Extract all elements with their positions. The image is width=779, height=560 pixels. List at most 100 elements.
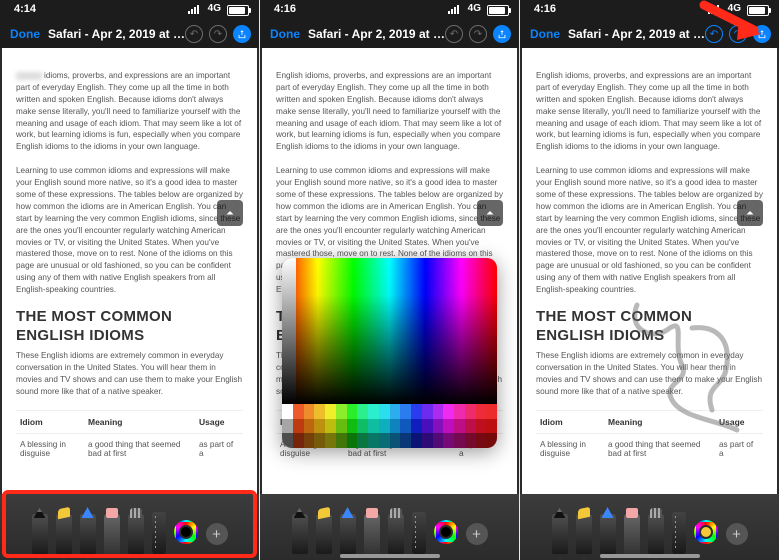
color-swatch[interactable]	[368, 433, 379, 448]
eraser-tool[interactable]	[104, 514, 120, 554]
color-swatch[interactable]	[476, 433, 487, 448]
color-swatch[interactable]	[368, 404, 379, 419]
color-picker-button[interactable]	[174, 520, 198, 544]
share-button[interactable]	[233, 25, 251, 43]
marker-tool[interactable]	[56, 514, 72, 554]
color-swatch[interactable]	[347, 419, 358, 434]
color-swatch[interactable]	[422, 404, 433, 419]
color-swatch[interactable]	[379, 419, 390, 434]
color-swatch[interactable]	[379, 433, 390, 448]
pen-tool[interactable]	[32, 514, 48, 554]
pencil-tool[interactable]	[600, 514, 616, 554]
color-swatch-grid[interactable]	[282, 404, 497, 448]
scroll-top-button[interactable]	[477, 200, 503, 226]
color-picker-popup[interactable]	[282, 258, 497, 448]
share-button[interactable]	[493, 25, 511, 43]
color-swatch[interactable]	[282, 419, 293, 434]
color-swatch[interactable]	[454, 433, 465, 448]
color-swatch[interactable]	[443, 419, 454, 434]
color-swatch[interactable]	[336, 433, 347, 448]
color-swatch[interactable]	[325, 404, 336, 419]
color-swatch[interactable]	[368, 419, 379, 434]
done-button[interactable]: Done	[530, 27, 560, 41]
redo-button[interactable]: ↷	[469, 25, 487, 43]
lasso-tool[interactable]	[648, 514, 664, 554]
color-swatch[interactable]	[390, 419, 401, 434]
color-swatch[interactable]	[465, 433, 476, 448]
marker-tool[interactable]	[316, 514, 332, 554]
undo-button[interactable]: ↶	[445, 25, 463, 43]
home-indicator[interactable]	[600, 554, 700, 558]
color-swatch[interactable]	[293, 433, 304, 448]
color-swatch[interactable]	[304, 433, 315, 448]
color-swatch[interactable]	[293, 404, 304, 419]
add-button[interactable]: +	[206, 523, 228, 545]
color-swatch[interactable]	[454, 404, 465, 419]
ruler-tool[interactable]	[672, 512, 686, 554]
color-swatch[interactable]	[325, 433, 336, 448]
document-page[interactable]: English idioms, proverbs, and expression…	[522, 48, 777, 500]
lasso-tool[interactable]	[128, 514, 144, 554]
marker-tool[interactable]	[576, 514, 592, 554]
color-swatch[interactable]	[443, 404, 454, 419]
share-button[interactable]	[753, 25, 771, 43]
lasso-tool[interactable]	[388, 514, 404, 554]
add-button[interactable]: +	[466, 523, 488, 545]
color-picker-button[interactable]	[694, 520, 718, 544]
color-swatch[interactable]	[400, 433, 411, 448]
ruler-tool[interactable]	[412, 512, 426, 554]
color-swatch[interactable]	[411, 404, 422, 419]
redo-button[interactable]: ↷	[729, 25, 747, 43]
done-button[interactable]: Done	[10, 27, 40, 41]
color-swatch[interactable]	[433, 419, 444, 434]
color-swatch[interactable]	[314, 404, 325, 419]
pen-tool[interactable]	[552, 514, 568, 554]
color-swatch[interactable]	[411, 419, 422, 434]
redo-button[interactable]: ↷	[209, 25, 227, 43]
color-swatch[interactable]	[476, 404, 487, 419]
color-swatch[interactable]	[465, 404, 476, 419]
color-swatch[interactable]	[357, 419, 368, 434]
color-swatch[interactable]	[465, 419, 476, 434]
scroll-top-button[interactable]	[737, 200, 763, 226]
color-swatch[interactable]	[336, 404, 347, 419]
add-button[interactable]: +	[726, 523, 748, 545]
color-swatch[interactable]	[347, 433, 358, 448]
color-swatch[interactable]	[379, 404, 390, 419]
color-swatch[interactable]	[486, 404, 497, 419]
undo-button[interactable]: ↶	[705, 25, 723, 43]
color-swatch[interactable]	[433, 433, 444, 448]
color-swatch[interactable]	[347, 404, 358, 419]
color-swatch[interactable]	[304, 419, 315, 434]
home-indicator[interactable]	[340, 554, 440, 558]
color-swatch[interactable]	[433, 404, 444, 419]
color-picker-button[interactable]	[434, 520, 458, 544]
color-swatch[interactable]	[314, 419, 325, 434]
color-swatch[interactable]	[411, 433, 422, 448]
color-swatch[interactable]	[336, 419, 347, 434]
done-button[interactable]: Done	[270, 27, 300, 41]
color-swatch[interactable]	[357, 404, 368, 419]
pencil-tool[interactable]	[80, 514, 96, 554]
color-spectrum[interactable]	[282, 258, 497, 404]
eraser-tool[interactable]	[364, 514, 380, 554]
document-page[interactable]: idioms, proverbs, and expressions are an…	[2, 48, 257, 500]
color-swatch[interactable]	[314, 433, 325, 448]
undo-button[interactable]: ↶	[185, 25, 203, 43]
color-swatch[interactable]	[400, 404, 411, 419]
color-swatch[interactable]	[443, 433, 454, 448]
scroll-top-button[interactable]	[217, 200, 243, 226]
color-swatch[interactable]	[293, 419, 304, 434]
color-swatch[interactable]	[304, 404, 315, 419]
color-swatch[interactable]	[325, 419, 336, 434]
color-swatch[interactable]	[390, 433, 401, 448]
eraser-tool[interactable]	[624, 514, 640, 554]
color-swatch[interactable]	[282, 404, 293, 419]
color-swatch[interactable]	[476, 419, 487, 434]
color-swatch[interactable]	[390, 404, 401, 419]
pen-tool[interactable]	[292, 514, 308, 554]
ruler-tool[interactable]	[152, 512, 166, 554]
pencil-tool[interactable]	[340, 514, 356, 554]
color-swatch[interactable]	[422, 419, 433, 434]
color-swatch[interactable]	[486, 419, 497, 434]
